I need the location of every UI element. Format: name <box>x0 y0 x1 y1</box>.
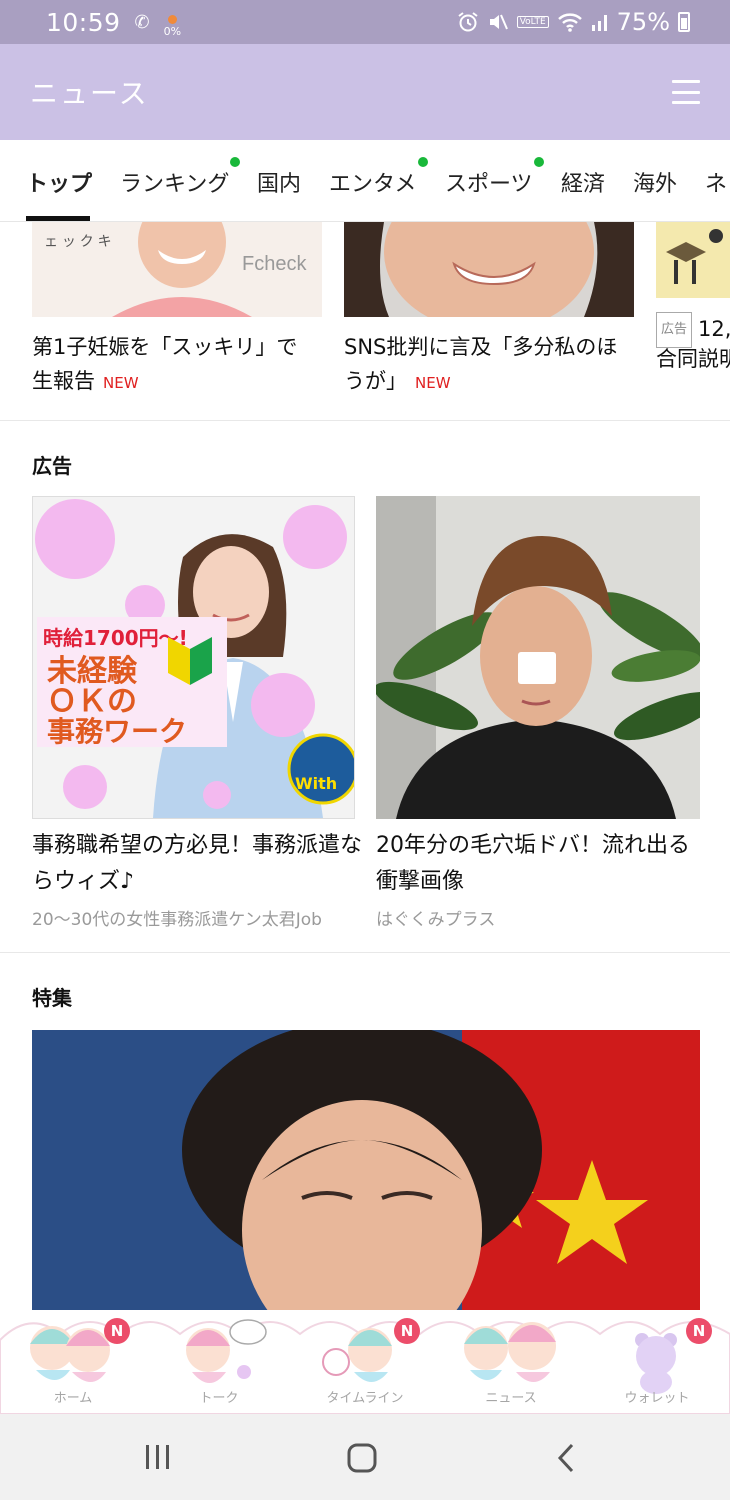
feature-image[interactable] <box>32 1030 700 1330</box>
back-button-icon[interactable] <box>554 1442 578 1474</box>
bottom-tab-label: ウォレット <box>624 1391 690 1406</box>
wifi-icon <box>557 13 582 32</box>
tab-top[interactable]: トップ <box>26 166 92 198</box>
hamburger-menu-icon[interactable] <box>672 80 700 104</box>
bottom-tab-news[interactable]: ニュース <box>438 1300 584 1414</box>
svg-text:事務ワーク: 事務ワーク <box>47 715 187 748</box>
svg-text:With: With <box>295 774 337 793</box>
category-tabs: トップ ランキング 国内 エンタメ スポーツ 経済 海外 ネ <box>0 140 730 222</box>
svg-text:Fcheck: Fcheck <box>242 253 307 275</box>
tab-entertainment-dot <box>418 157 428 167</box>
status-bar: 10:59 ✆ 0% VoLTE 75% <box>0 0 730 44</box>
office-work-ad-graphic: 時給1700円〜! 未経験 ＯＫの 事務ワーク With <box>33 497 354 818</box>
section-title-feature: 特集 <box>32 986 72 1010</box>
battery-percent: 75% <box>616 8 670 36</box>
ad-card-title[interactable]: 20年分の毛穴垢ドバ！流れ出る衝撃画像 <box>376 828 706 900</box>
new-badge: NEW <box>415 374 451 392</box>
ad-card-source: 20〜30代の女性事務派遣ケン太君Job <box>32 910 322 930</box>
article-title[interactable]: SNS批判に言及「多分私のほ うが」 NEW <box>344 330 644 400</box>
recent-apps-icon[interactable] <box>143 1442 173 1472</box>
mute-icon <box>489 14 508 30</box>
signal-icon <box>591 15 607 31</box>
tab-more[interactable]: ネ <box>705 166 727 198</box>
clock: 10:59 <box>46 7 121 37</box>
app-header: ニュース <box>0 44 730 140</box>
tab-entertainment[interactable]: エンタメ <box>329 166 416 198</box>
ad-thumbnail[interactable] <box>656 222 730 298</box>
article-title[interactable]: 第1子妊娠を「スッキリ」で 生報告 NEW <box>32 330 332 400</box>
article-thumbnail[interactable] <box>344 222 634 317</box>
feature-photo-spokesperson <box>32 1030 700 1330</box>
tab-sports-dot <box>534 157 544 167</box>
tab-world[interactable]: 海外 <box>633 166 677 198</box>
active-tab-indicator <box>26 216 90 221</box>
new-badge: NEW <box>103 374 139 392</box>
bottom-tab-label: タイムライン <box>326 1391 404 1406</box>
notification-badge: N <box>394 1318 420 1344</box>
svg-text:時給1700円〜!: 時給1700円〜! <box>43 626 188 650</box>
svg-text:ェ ッ ク キ: ェ ッ ク キ <box>44 233 112 249</box>
top-article-strip: ェ ッ ク キ Fcheck 第1子妊娠を「スッキリ」で 生報告 NEW SNS批… <box>0 222 730 420</box>
section-divider <box>0 420 730 421</box>
bottom-tab-label: ニュース <box>485 1391 537 1406</box>
data-usage-indicator: 0% <box>164 14 181 38</box>
bottom-tab-label: ホーム <box>53 1391 93 1406</box>
ad-card-image[interactable]: 時給1700円〜! 未経験 ＯＫの 事務ワーク With <box>32 496 355 819</box>
section-divider <box>0 952 730 953</box>
bottom-tab-label: トーク <box>199 1391 239 1406</box>
article-thumbnail[interactable]: ェ ッ ク キ Fcheck <box>32 222 322 317</box>
alarm-icon <box>458 12 478 32</box>
tab-ranking[interactable]: ランキング <box>120 166 229 198</box>
ad-card-title[interactable]: 事務職希望の方必見！事務派遣ならウィズ♪ <box>32 828 362 900</box>
article-photo-woman: ェ ッ ク キ Fcheck <box>32 222 322 317</box>
ad-illustration <box>656 222 730 298</box>
bottom-tab-talk[interactable]: トーク <box>146 1300 292 1414</box>
tab-ranking-dot <box>230 157 240 167</box>
tab-sports[interactable]: スポーツ <box>445 166 533 198</box>
system-navigation-bar <box>0 1414 730 1500</box>
status-icons: VoLTE 75% <box>457 8 690 36</box>
article-photo-smiling-woman <box>344 222 634 317</box>
ad-card-source: はぐくみプラス <box>376 910 496 930</box>
notification-badge: N <box>104 1318 130 1344</box>
ad-card-image[interactable] <box>376 496 700 819</box>
ad-article-title[interactable]: 広告 12, 合同説明 <box>656 312 730 376</box>
svg-text:ＯＫの: ＯＫの <box>47 684 137 719</box>
nose-strip-man-photo <box>376 496 700 819</box>
notification-badge: N <box>686 1318 712 1344</box>
bottom-tab-home[interactable]: N ホーム <box>0 1300 146 1414</box>
page-title: ニュース <box>30 77 149 110</box>
home-button-icon[interactable] <box>346 1442 378 1474</box>
volte-icon: VoLTE <box>516 16 549 28</box>
bottom-tab-timeline[interactable]: N タイムライン <box>292 1300 438 1414</box>
tab-domestic[interactable]: 国内 <box>257 166 301 198</box>
battery-icon <box>678 12 690 32</box>
tab-economy[interactable]: 経済 <box>561 166 605 198</box>
wifi-calling-icon: ✆ <box>134 11 150 33</box>
section-title-ads: 広告 <box>32 454 72 478</box>
bottom-tab-wallet[interactable]: N ウォレット <box>584 1300 730 1414</box>
